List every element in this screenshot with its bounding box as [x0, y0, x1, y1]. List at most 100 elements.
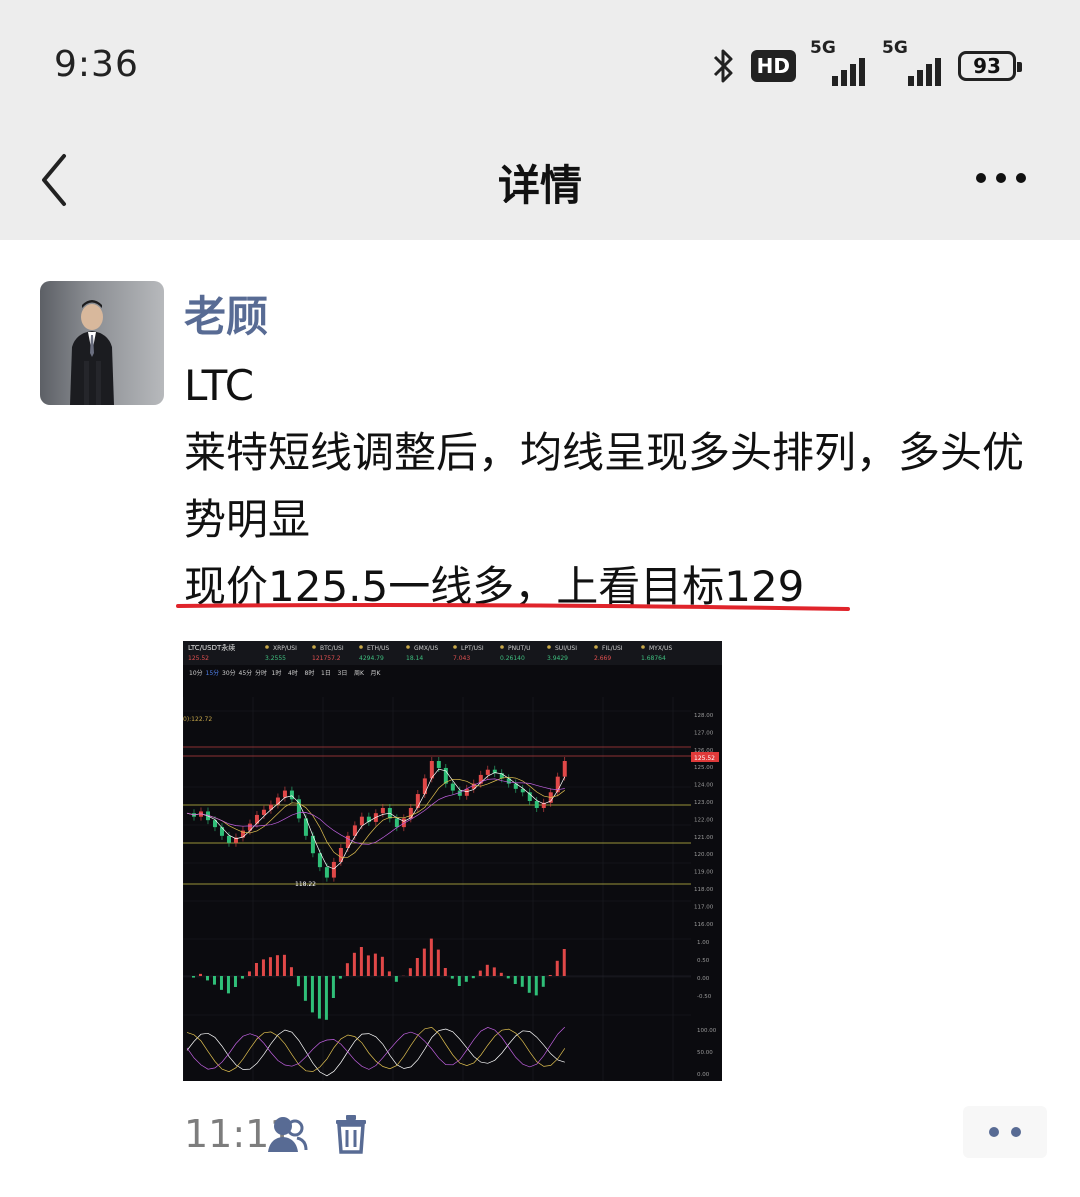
candle [261, 809, 266, 815]
macd-bar [261, 959, 265, 976]
like-comment-button[interactable] [963, 1106, 1047, 1158]
timeframe-tab: 月K [371, 670, 382, 677]
timeframe-tab: 15分 [206, 669, 220, 677]
ticker-name: LPT/USI [461, 645, 484, 652]
price-label: 125.52 [188, 655, 209, 662]
kline-chart: LTC/USDT永续 125.52 XRP/USI 3.2555 BTC/USI 12… [182, 641, 722, 1081]
person-silhouette-icon [70, 300, 114, 405]
macd-bar [296, 976, 300, 987]
ticker-dot [641, 645, 645, 649]
axis-tick: 118.00 [694, 887, 714, 893]
axis-tick: 125.00 [694, 765, 714, 771]
candle [415, 794, 420, 808]
macd-bar [254, 963, 258, 976]
candle [226, 835, 231, 843]
macd-bar [408, 968, 412, 976]
kdj-axis-tick: 100.00 [697, 1028, 717, 1034]
battery-level: 93 [973, 54, 1001, 78]
candle [289, 790, 294, 800]
axis-tick: 116.00 [694, 922, 714, 928]
ticker-value: 4294.79 [359, 655, 384, 662]
delete-trash-icon[interactable] [334, 1114, 368, 1154]
macd-bar [422, 948, 426, 976]
ticker-name: ETH/US [367, 645, 389, 652]
signal-icon: 5G [882, 38, 944, 86]
candle [422, 778, 427, 795]
macd-bar [282, 954, 286, 976]
candle [296, 799, 301, 819]
candle [331, 861, 336, 878]
macd-bar [366, 955, 370, 976]
macd-bar [380, 956, 384, 976]
timeframe-tab: 30分 [222, 669, 236, 677]
signal-icon: 5G [810, 38, 868, 86]
timeframe-tab: 分时 [255, 669, 267, 677]
macd-bar [310, 976, 314, 1013]
ticker-name: GMX/US [414, 645, 438, 652]
axis-tick: 123.00 [694, 800, 714, 806]
candle [436, 761, 441, 768]
ticker-value: 3.9429 [547, 655, 568, 662]
macd-axis-tick: 1.00 [697, 940, 710, 946]
axis-tick: 119.00 [694, 870, 714, 876]
avatar[interactable] [40, 281, 164, 405]
chart-screenshot-image[interactable]: LTC/USDT永续 125.52 XRP/USI 3.2555 BTC/USI 12… [182, 641, 722, 1081]
macd-bar [373, 953, 377, 976]
low-label: 118.22 [295, 881, 316, 888]
axis-tick: 124.00 [694, 783, 714, 789]
macd-bar [289, 967, 293, 976]
ticker-value: 0.26140 [500, 655, 525, 662]
macd-bar [548, 975, 552, 976]
timeframe-tab: 4时 [288, 669, 298, 677]
axis-tick: 120.00 [694, 852, 714, 858]
ticker-dot [547, 645, 551, 649]
macd-bar [226, 976, 230, 994]
ticker-name: BTC/USI [320, 645, 344, 652]
ma-label: 0):122.72 [183, 716, 212, 723]
nav-bar: 详情 [0, 130, 1080, 240]
ticker-name: MYX/US [649, 645, 672, 652]
macd-bar [506, 976, 510, 979]
macd-bar [338, 976, 342, 979]
macd-bar [352, 952, 356, 976]
macd-bar [205, 976, 209, 981]
candle [282, 790, 287, 798]
visible-friends-icon[interactable] [266, 1114, 308, 1154]
macd-bar [478, 970, 482, 976]
timeframe-tab: 周K [354, 670, 365, 677]
timeframe-tab: 1日 [321, 670, 331, 677]
ticker-name: FIL/USI [602, 645, 623, 652]
macd-bar [450, 976, 454, 979]
status-bar: 9:36 HD 5G 5G 93 [0, 0, 1080, 130]
candle [464, 788, 469, 796]
pair-label: LTC/USDT永续 [188, 643, 235, 652]
more-options-button[interactable] [976, 166, 1036, 190]
candle [254, 814, 259, 824]
macd-bar [233, 976, 237, 987]
ticker-value: 7.043 [453, 655, 470, 662]
candle [380, 807, 385, 814]
status-time: 9:36 [54, 44, 139, 85]
ticker-dot [312, 645, 316, 649]
post-text-line: 莱特短线调整后，均线呈现多头排列，多头优势明显 [184, 428, 1025, 544]
timeframe-tab: 8时 [305, 669, 315, 677]
macd-bar [443, 968, 447, 976]
macd-bar [387, 971, 391, 976]
macd-bar [275, 955, 279, 976]
macd-bar [268, 957, 272, 976]
ticker-dot [359, 645, 363, 649]
ticker-dot [500, 645, 504, 649]
candle [394, 818, 399, 828]
macd-bar [471, 976, 475, 979]
author-name[interactable]: 老顾 [184, 283, 268, 344]
candle [534, 801, 539, 808]
current-price-tag: 125.52 [694, 755, 715, 762]
macd-bar [541, 976, 545, 987]
macd-bar [331, 976, 335, 998]
timeframe-tab: 10分 [189, 669, 203, 677]
macd-bar [198, 973, 202, 976]
macd-bar [562, 949, 566, 976]
macd-bar [317, 976, 321, 1019]
macd-bar [485, 964, 489, 976]
macd-axis-tick: 0.50 [697, 958, 710, 964]
